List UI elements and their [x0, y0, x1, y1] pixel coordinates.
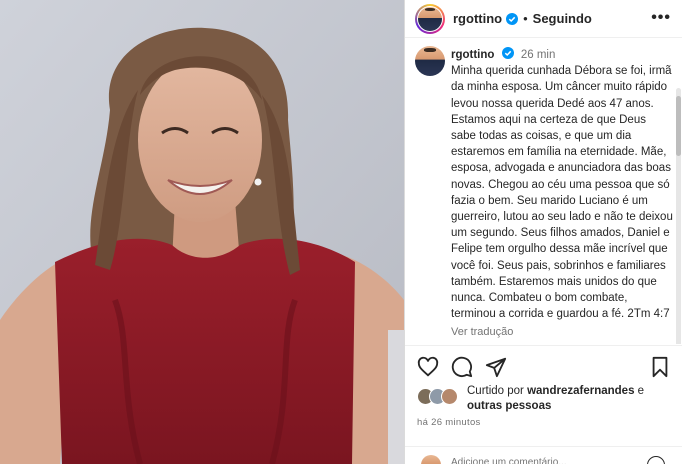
comment-input[interactable] — [451, 456, 631, 464]
post-header: rgottino • Seguindo ••• — [405, 0, 682, 38]
separator-dot: • — [523, 11, 528, 26]
liked-by-connector: e — [634, 385, 645, 397]
liked-by-text: Curtido por wandrezafernandes e outras p… — [467, 384, 677, 414]
verified-badge-icon — [506, 12, 519, 25]
comment-bar — [405, 446, 682, 464]
post-image[interactable] — [0, 0, 404, 464]
liker-avatars[interactable] — [417, 388, 461, 406]
others-link[interactable]: outras pessoas — [467, 400, 551, 412]
caption-text: Minha querida cunhada Débora se foi, irm… — [451, 65, 673, 321]
liker-avatar — [441, 388, 458, 405]
post-timestamp: há 26 minutos — [417, 417, 481, 428]
emoji-icon[interactable] — [647, 456, 665, 464]
first-liker-username[interactable]: wandrezafernandes — [527, 385, 634, 397]
paper-plane-icon[interactable] — [485, 356, 507, 378]
heart-icon[interactable] — [417, 356, 439, 378]
following-button[interactable]: Seguindo — [533, 11, 592, 26]
caption-time: 26 min — [520, 49, 556, 61]
post-photo-woman-smiling — [0, 0, 404, 464]
author-avatar[interactable] — [415, 3, 445, 34]
caption-scrollbar[interactable] — [676, 88, 681, 344]
more-options-icon[interactable]: ••• — [651, 9, 671, 27]
caption-body: rgottino 26 min Minha querida cunhada Dé… — [451, 47, 673, 341]
post-detail-panel: rgottino • Seguindo ••• rgottino 26 min … — [404, 0, 682, 464]
comment-bubble-icon[interactable] — [451, 356, 473, 378]
current-user-avatar — [421, 455, 441, 464]
caption-author-avatar[interactable] — [415, 46, 445, 76]
author-username[interactable]: rgottino — [453, 11, 502, 26]
action-bar — [405, 345, 682, 385]
post-caption: rgottino 26 min Minha querida cunhada Dé… — [405, 38, 682, 344]
caption-username[interactable]: rgottino — [451, 49, 494, 61]
likes-summary: Curtido por wandrezafernandes e outras p… — [417, 383, 677, 417]
bookmark-icon[interactable] — [649, 356, 671, 378]
liked-by-prefix: Curtido por — [467, 385, 528, 397]
verified-badge-icon — [501, 47, 514, 59]
see-translation-link[interactable]: Ver tradução — [451, 324, 673, 340]
